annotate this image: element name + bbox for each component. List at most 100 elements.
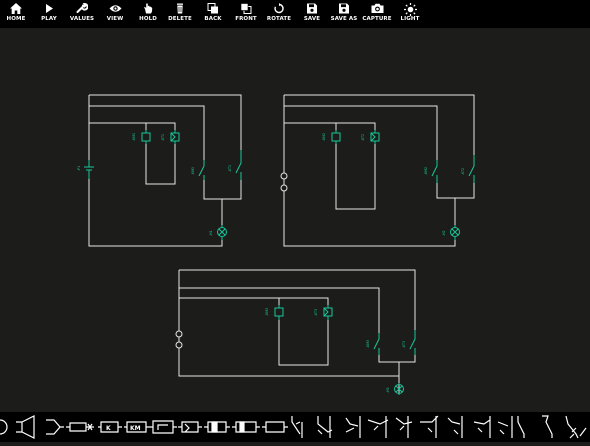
circuit-3: -KM3 -KT3 -KM3 -KT3 -H3 — [175, 269, 416, 395]
save-as-label: SAVE AS — [330, 16, 358, 22]
no-contact[interactable] — [291, 416, 303, 438]
front-label: FRONT — [235, 16, 257, 22]
svg-text:-KT1: -KT1 — [228, 165, 232, 172]
capture-label: CAPTURE — [362, 16, 392, 22]
rotate-label: ROTATE — [266, 16, 292, 22]
coil-km3[interactable]: -KM3 — [265, 305, 284, 320]
switch-b[interactable] — [542, 415, 553, 438]
back-label: BACK — [204, 16, 222, 22]
svg-text:-P1: -P1 — [77, 166, 81, 171]
coil-a[interactable] — [178, 421, 202, 433]
camera-icon — [371, 3, 383, 13]
time-contact-b[interactable] — [395, 416, 413, 438]
svg-text:-H1: -H1 — [209, 230, 213, 236]
contact-kt1[interactable]: -KT1 — [228, 150, 242, 180]
svg-text:-KT3: -KT3 — [402, 341, 406, 348]
coil-km2[interactable]: -KM2 — [322, 130, 341, 144]
circuit-1: -P1 -KM1 -KT1 -KM1 -KT1 -H1 — [77, 94, 242, 247]
sun-icon — [403, 3, 417, 16]
delete-label: DELETE — [168, 16, 192, 22]
switch-c[interactable] — [565, 415, 587, 439]
play-button[interactable]: PLAY — [37, 0, 61, 28]
send-back-icon — [207, 3, 218, 14]
save-icon — [307, 3, 317, 14]
coil-d[interactable] — [262, 421, 288, 433]
relay-k-label: K — [106, 425, 111, 432]
coil-kt2[interactable]: -KT2 — [361, 130, 380, 144]
save-button[interactable]: SAVE — [300, 0, 324, 28]
save-as-icon — [339, 3, 349, 14]
coil-b[interactable] — [204, 421, 230, 433]
light-label: LIGHT — [400, 16, 420, 22]
svg-text:-KT2: -KT2 — [361, 134, 365, 141]
horn-symbol[interactable] — [16, 415, 35, 439]
source-c3[interactable] — [175, 328, 183, 350]
svg-text:-KM2: -KM2 — [322, 133, 326, 141]
component-palette: K KM — [0, 412, 590, 442]
toolbar: HOME PLAY VALUES VIEW HOLD DELETE BACK F… — [0, 0, 590, 28]
rotate-button[interactable]: ROTATE — [265, 0, 293, 28]
contact-km3[interactable]: -KM3 — [366, 333, 380, 355]
lamp-h3[interactable]: -H3 — [386, 383, 404, 395]
svg-text:-H2: -H2 — [442, 230, 446, 236]
circuit-2: -KM2 -KT2 -KM2 -KT2 -H2 — [280, 94, 475, 247]
battery-p1[interactable]: -P1 — [77, 160, 94, 179]
svg-text:-KT3: -KT3 — [314, 309, 318, 316]
svg-text:-KM1: -KM1 — [191, 167, 195, 175]
pushbutton-co[interactable] — [497, 416, 513, 438]
pushbutton-nc[interactable] — [473, 416, 491, 438]
save-as-button[interactable]: SAVE AS — [329, 0, 359, 28]
time-contact-a[interactable] — [367, 416, 389, 438]
source-c2[interactable] — [280, 170, 288, 196]
trash-icon — [177, 3, 183, 14]
capture-button[interactable]: CAPTURE — [361, 0, 393, 28]
lamp-h1[interactable]: -H1 — [209, 225, 227, 240]
back-button[interactable]: BACK — [201, 0, 225, 28]
values-button[interactable]: VALUES — [68, 0, 96, 28]
contact-km1[interactable]: -KM1 — [191, 160, 205, 180]
timer-relay[interactable] — [150, 420, 177, 434]
bring-front-icon — [240, 3, 252, 14]
front-button[interactable]: FRONT — [233, 0, 259, 28]
hold-label: HOLD — [139, 16, 157, 22]
svg-text:-H3: -H3 — [386, 387, 390, 393]
contact-km2[interactable]: -KM2 — [424, 160, 438, 183]
hand-icon — [144, 3, 153, 14]
nc-contact[interactable] — [317, 416, 333, 438]
eye-icon — [109, 5, 121, 12]
save-label: SAVE — [303, 16, 321, 22]
fuse-symbol[interactable] — [66, 422, 94, 432]
lamp-h2[interactable]: -H2 — [442, 225, 460, 240]
values-label: VALUES — [69, 16, 95, 22]
light-button[interactable]: LIGHT — [397, 0, 423, 28]
lamp-symbol[interactable] — [0, 418, 10, 436]
contact-kt3[interactable]: -KT3 — [402, 330, 416, 355]
palette-symbols: K KM — [0, 415, 587, 439]
svg-text:-KT1: -KT1 — [161, 134, 165, 141]
play-label: PLAY — [41, 16, 57, 22]
view-label: VIEW — [106, 16, 124, 22]
hold-button[interactable]: HOLD — [136, 0, 160, 28]
coil-c[interactable] — [232, 421, 260, 433]
buzzer-symbol[interactable] — [46, 419, 64, 435]
contact-kt2[interactable]: -KT2 — [461, 155, 475, 183]
view-button[interactable]: VIEW — [103, 0, 127, 28]
svg-text:-KT2: -KT2 — [461, 168, 465, 175]
svg-text:-KM1: -KM1 — [132, 133, 136, 141]
changeover-contact[interactable] — [345, 416, 361, 438]
coil-km1[interactable]: -KM1 — [132, 130, 151, 144]
home-button[interactable]: HOME — [4, 0, 28, 28]
svg-text:-KM2: -KM2 — [424, 167, 428, 175]
coil-kt3[interactable]: -KT3 — [314, 305, 333, 320]
contactor-km-label: KM — [130, 425, 141, 432]
pushbutton-no[interactable] — [447, 416, 463, 438]
switch-a[interactable] — [517, 416, 525, 438]
play-icon — [46, 4, 53, 13]
time-contact-c[interactable] — [420, 415, 439, 438]
coil-kt1[interactable]: -KT1 — [161, 130, 180, 144]
workspace-canvas[interactable]: -P1 -KM1 -KT1 -KM1 -KT1 -H1 -KM2 -KT2 -K… — [0, 28, 590, 412]
schematic-drawing: -P1 -KM1 -KT1 -KM1 -KT1 -H1 -KM2 -KT2 -K… — [77, 94, 475, 395]
delete-button[interactable]: DELETE — [166, 0, 194, 28]
home-label: HOME — [6, 16, 26, 22]
home-icon — [10, 3, 22, 14]
